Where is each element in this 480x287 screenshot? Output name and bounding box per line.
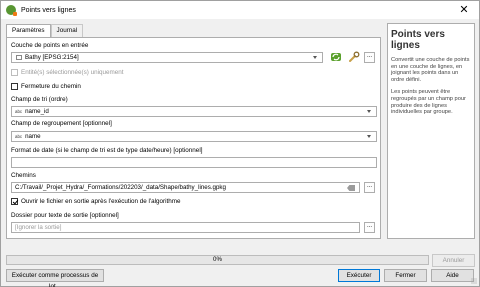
close-path-box [11, 83, 18, 90]
open-output-box [11, 198, 18, 205]
input-layer-browse-button[interactable]: ... [364, 52, 375, 63]
tab-journal[interactable]: Journal [50, 24, 84, 37]
tab-bar: Paramètres Journal [6, 24, 84, 38]
help-button[interactable]: Aide [431, 269, 474, 282]
paths-label: Chemins [11, 172, 36, 179]
dialog-window: Points vers lignes ✕ Paramètres Journal … [0, 0, 480, 287]
title-bar: Points vers lignes ✕ [1, 1, 479, 19]
group-field-value: name [25, 133, 41, 140]
batch-process-button[interactable]: Exécuter comme processus de lot... [6, 269, 104, 287]
clear-icon[interactable] [347, 185, 355, 191]
string-field-icon: abc [15, 134, 23, 139]
qgis-logo-icon [6, 5, 17, 16]
selected-only-checkbox[interactable]: Entité(s) sélectionnée(s) uniquement [11, 69, 124, 76]
order-field-value: name_id [25, 108, 49, 115]
selected-only-box [11, 69, 18, 76]
window-title: Points vers lignes [21, 6, 76, 14]
run-button[interactable]: Exécuter [338, 269, 380, 282]
input-layer-select[interactable]: Bathy [EPSG:2154] [11, 52, 323, 63]
text-output-label: Dossier pour texte de sortie [optionnel] [11, 212, 119, 219]
point-layer-icon [16, 55, 22, 60]
paths-value: C:/Travail/_Projet_Hydra/_Formations/202… [15, 184, 226, 191]
order-field-label: Champ de tri (ordre) [11, 96, 68, 103]
close-button[interactable]: Fermer [384, 269, 427, 282]
help-paragraph-1: Convertit une couche de points en une co… [391, 57, 470, 83]
resize-grip[interactable] [471, 278, 477, 284]
tab-parametres[interactable]: Paramètres [6, 24, 51, 38]
date-format-input[interactable] [11, 157, 377, 168]
open-output-checkbox[interactable]: Ouvrir le fichier en sortie après l'exéc… [11, 198, 181, 205]
parameters-panel: Couche de points en entrée Bathy [EPSG:2… [6, 37, 381, 239]
cancel-button[interactable]: Annuler [432, 254, 475, 267]
close-path-label: Fermeture du chemin [21, 83, 81, 90]
wrench-icon[interactable] [348, 51, 360, 63]
text-output-input[interactable]: [Ignorer la sortie] [11, 222, 360, 233]
help-title: Points vers lignes [391, 29, 445, 51]
date-format-label: Format de date (si le champ de tri est d… [11, 147, 203, 154]
string-field-icon: abc [15, 109, 23, 114]
input-layer-value: Bathy [EPSG:2154] [25, 54, 79, 61]
selected-only-label: Entité(s) sélectionnée(s) uniquement [21, 69, 124, 76]
paths-input[interactable]: C:/Travail/_Projet_Hydra/_Formations/202… [11, 182, 360, 193]
close-window-button[interactable]: ✕ [457, 3, 471, 17]
help-panel: Points vers lignes Convertit une couche … [387, 23, 475, 239]
text-output-browse-button[interactable]: ... [364, 222, 375, 233]
iterate-icon[interactable] [330, 52, 342, 62]
input-layer-label: Couche de points en entrée [11, 42, 89, 49]
paths-browse-button[interactable]: ... [364, 182, 375, 193]
group-field-select[interactable]: abc name [11, 131, 377, 142]
progress-bar: 0% [6, 255, 429, 265]
close-path-checkbox[interactable]: Fermeture du chemin [11, 83, 81, 90]
open-output-label: Ouvrir le fichier en sortie après l'exéc… [21, 198, 181, 205]
group-field-label: Champ de regroupement [optionnel] [11, 120, 112, 127]
help-paragraph-2: Les points peuvent être regroupés par un… [391, 89, 466, 116]
order-field-select[interactable]: abc name_id [11, 106, 377, 117]
